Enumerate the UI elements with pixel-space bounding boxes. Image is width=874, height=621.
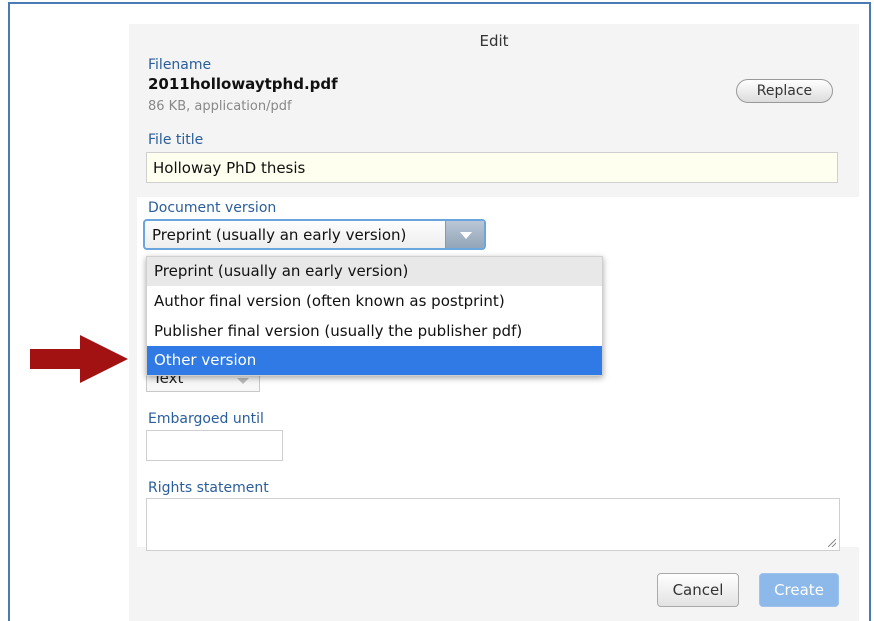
resize-grip-icon[interactable] <box>828 539 836 547</box>
chevron-down-icon <box>237 378 249 384</box>
type-value: Text <box>153 376 184 387</box>
dropdown-option-author-final[interactable]: Author final version (often known as pos… <box>147 287 602 316</box>
dropdown-option-other[interactable]: Other version <box>147 346 602 375</box>
cancel-button[interactable]: Cancel <box>657 573 739 607</box>
rights-statement-label: Rights statement <box>148 480 269 496</box>
embargoed-until-label: Embargoed until <box>148 411 264 427</box>
dropdown-option-preprint[interactable]: Preprint (usually an early version) <box>147 257 602 286</box>
file-title-input[interactable]: Holloway PhD thesis <box>146 152 838 183</box>
document-version-dropdown: Preprint (usually an early version) Auth… <box>146 256 603 376</box>
file-title-label: File title <box>148 132 204 148</box>
create-button[interactable]: Create <box>759 573 839 607</box>
type-select[interactable]: Text <box>146 376 260 392</box>
dialog-title: Edit <box>479 32 509 50</box>
replace-button[interactable]: Replace <box>736 79 833 103</box>
filename-value: 2011hollowaytphd.pdf <box>148 75 338 93</box>
embargoed-until-input[interactable] <box>146 430 283 461</box>
file-meta: 86 KB, application/pdf <box>148 99 292 114</box>
chevron-down-icon[interactable] <box>445 221 484 248</box>
filename-label: Filename <box>148 57 212 73</box>
edit-dialog: Edit Filename 2011hollowaytphd.pdf 86 KB… <box>129 24 859 621</box>
rights-statement-textarea[interactable] <box>146 498 840 551</box>
document-version-select[interactable]: Preprint (usually an early version) <box>143 219 486 250</box>
dropdown-option-publisher-final[interactable]: Publisher final version (usually the pub… <box>147 317 602 346</box>
document-version-label: Document version <box>148 200 277 216</box>
document-version-selected: Preprint (usually an early version) <box>152 226 407 244</box>
arrow-right-icon <box>30 335 128 383</box>
